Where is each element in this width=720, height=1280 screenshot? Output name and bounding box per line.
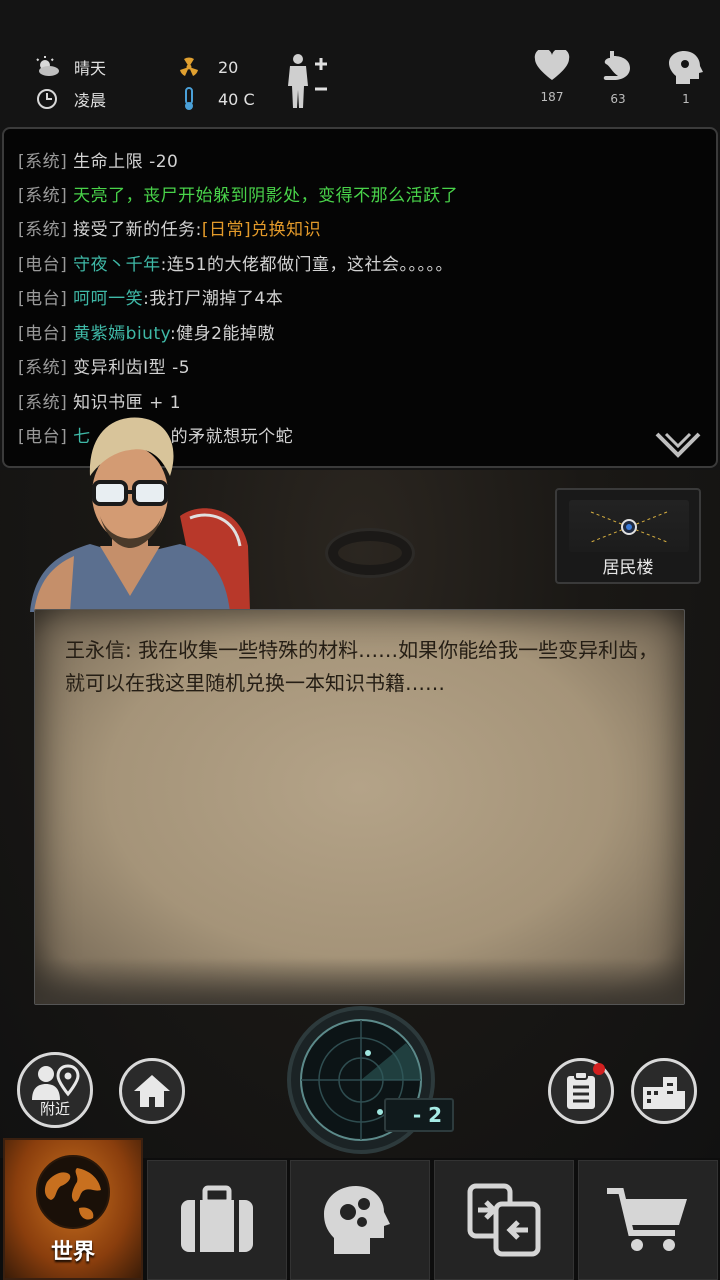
nearby-label: 附近: [39, 1099, 70, 1118]
time-stat: 凌晨: [34, 86, 106, 112]
health-vital[interactable]: 187: [527, 48, 577, 104]
exchange-icon: [467, 1183, 541, 1257]
temperature-value: 40 C: [218, 89, 255, 109]
city-button[interactable]: [631, 1058, 697, 1124]
tab-exchange[interactable]: [434, 1160, 574, 1280]
radar-icon: [287, 1006, 435, 1154]
hunger-vital[interactable]: 63: [593, 50, 643, 106]
head-icon: [669, 51, 703, 84]
log-line: [系统] 变异利齿Ⅰ型 -5: [18, 358, 191, 378]
clipboard-icon: [567, 1071, 595, 1109]
player-name[interactable]: 黄紫嫣biuty: [73, 324, 170, 344]
radiation-stat: 20: [176, 54, 238, 80]
weather-sun-cloud-icon: [34, 54, 60, 80]
log-line: [电台] 黄紫嫣biuty:健身2能掉嗷: [18, 324, 275, 344]
manhole-cover: [325, 528, 415, 578]
radiation-icon: [176, 54, 202, 80]
tab-world-label: 世界: [50, 1240, 95, 1265]
radar-button[interactable]: [286, 1005, 436, 1155]
radar-count: - 2: [384, 1098, 454, 1132]
suitcase-icon: [181, 1185, 253, 1252]
location-label: 居民楼: [602, 558, 654, 578]
body-status-button[interactable]: [286, 52, 332, 114]
dialogue-text: 王永信: 我在收集一些特殊的材料……如果你能给我一些变异利齿，就可以在我这里随机…: [65, 638, 659, 695]
tab-skills[interactable]: [290, 1160, 430, 1280]
tasks-button[interactable]: [548, 1058, 614, 1124]
temperature-stat: 40 C: [176, 86, 255, 112]
player-name[interactable]: 呵呵一笑: [73, 289, 143, 309]
location-button[interactable]: 居民楼: [555, 488, 701, 584]
home-icon: [134, 1075, 170, 1107]
body-figure-icon: [288, 54, 327, 108]
clock-icon: [34, 86, 60, 112]
tab-shop[interactable]: [578, 1160, 718, 1280]
home-button[interactable]: [119, 1058, 185, 1124]
tab-world[interactable]: 世界: [3, 1138, 143, 1280]
notification-badge: [593, 1063, 605, 1075]
mind-value: 1: [682, 92, 690, 106]
map-pin-icon: [590, 511, 668, 543]
health-value: 187: [540, 90, 564, 104]
weather-stat: 晴天: [34, 54, 106, 80]
log-line: [电台] 呵呵一笑:我打尸潮掉了4本: [18, 289, 284, 309]
location-map: [569, 500, 689, 552]
bottom-tab-bar: 世界: [0, 1138, 720, 1280]
thermometer-icon: [176, 86, 202, 112]
npc-portrait: [30, 406, 254, 612]
quest-link[interactable]: [日常]兑换知识: [202, 220, 321, 240]
chevron-down-icon: [655, 432, 701, 458]
dialogue-box[interactable]: 王永信: 我在收集一些特殊的材料……如果你能给我一些变异利齿，就可以在我这里随机…: [34, 609, 685, 1005]
nearby-button[interactable]: 附近: [17, 1052, 93, 1128]
brain-head-icon: [324, 1186, 390, 1254]
player-name[interactable]: 守夜丶千年: [73, 255, 161, 275]
log-collapse-button[interactable]: [654, 431, 702, 461]
time-label: 凌晨: [74, 91, 107, 110]
globe-icon: [36, 1155, 110, 1229]
mind-vital[interactable]: 1: [661, 50, 711, 106]
hunger-value: 63: [610, 92, 626, 106]
weather-label: 晴天: [74, 59, 107, 78]
heart-icon: [534, 48, 570, 80]
city-buildings-icon: [643, 1077, 685, 1109]
tab-inventory[interactable]: [147, 1160, 287, 1280]
log-line: [系统] 生命上限 -20: [18, 152, 179, 172]
log-line: [系统] 天亮了，丧尸开始躲到阴影处，变得不那么活跃了: [18, 186, 459, 206]
stomach-icon: [603, 51, 630, 80]
status-bar: 晴天 凌晨 20 40 C 187 63 1: [0, 40, 720, 120]
nearby-person-pin-icon: [32, 1063, 80, 1100]
log-line: [系统] 接受了新的任务:[日常]兑换知识: [18, 220, 322, 240]
log-line: [电台] 守夜丶千年:连51的大佬都做门童，这社会。。。。。: [18, 255, 454, 275]
cart-icon: [607, 1188, 687, 1251]
dialogue-footer: [35, 958, 684, 1004]
radiation-value: 20: [218, 57, 239, 77]
